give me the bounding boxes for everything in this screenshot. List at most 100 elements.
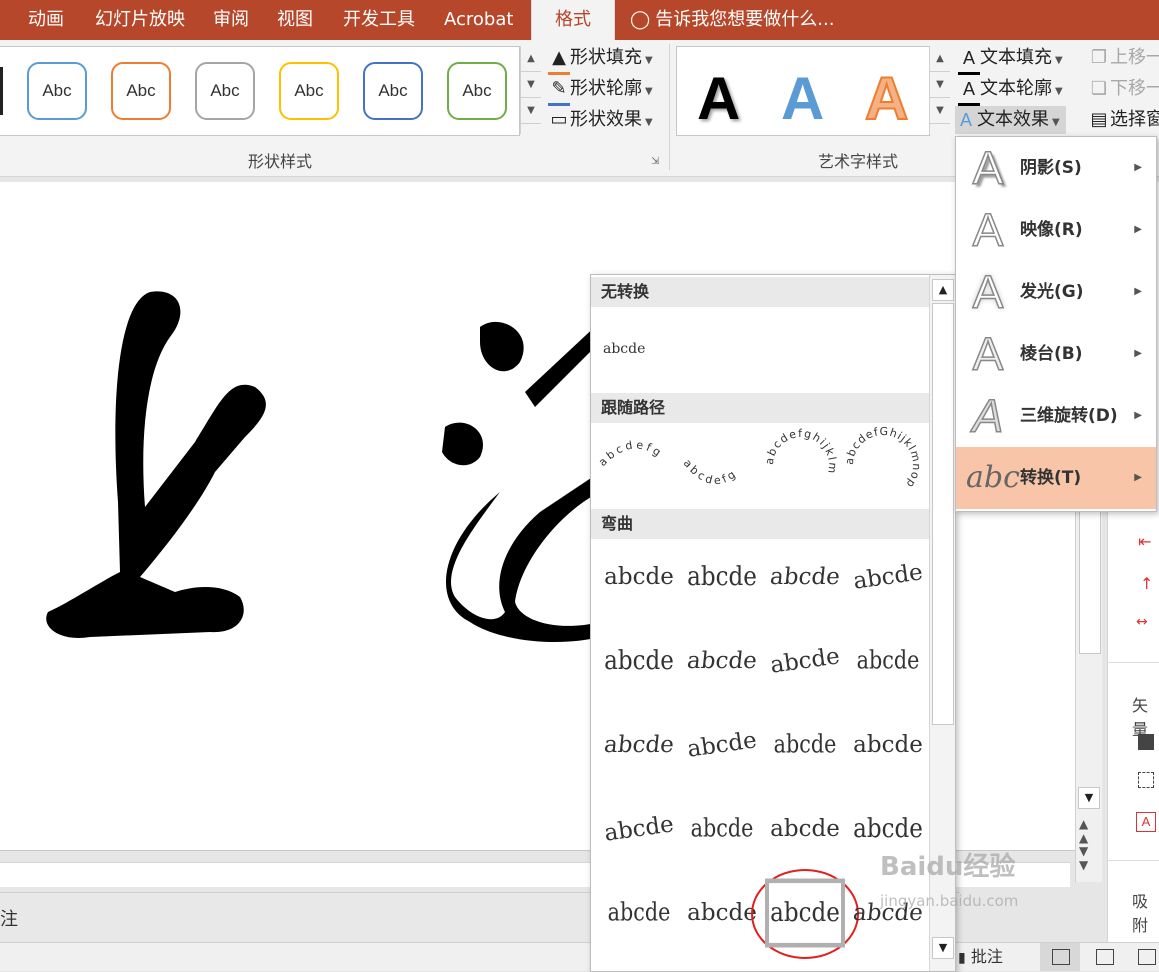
warp-option[interactable]: abcde: [596, 715, 682, 775]
effect-transform-item[interactable]: abc 转换(T) ▶: [956, 447, 1156, 509]
text-outline-button[interactable]: A 文本轮廓 ▼: [958, 75, 1063, 106]
warp-option-selected[interactable]: abcde: [765, 878, 845, 948]
warp-option[interactable]: abcde: [848, 715, 928, 775]
scroll-down-icon[interactable]: ▼: [932, 937, 954, 959]
tell-me-box[interactable]: ◯ 告诉我您想要做什么...: [630, 0, 834, 40]
wordart-style-blue[interactable]: A: [781, 64, 824, 134]
warp-option[interactable]: abcde: [599, 547, 679, 607]
tab-acrobat[interactable]: Acrobat: [444, 0, 513, 40]
submenu-arrow-icon: ▶: [1134, 162, 1142, 173]
follow-path-options[interactable]: abcdefg abcdefg abcdefghijklm abcdefGhij…: [591, 425, 929, 505]
send-backward-button[interactable]: ❏ 下移一: [1088, 75, 1159, 103]
dialog-launcher-icon[interactable]: ⇲: [651, 156, 659, 167]
distribute-icon[interactable]: ↔: [1136, 614, 1148, 630]
warp-option[interactable]: abcde: [844, 542, 932, 613]
warp-option[interactable]: abcde: [595, 794, 683, 865]
gallery-more-icon[interactable]: ▼: [930, 98, 950, 124]
warp-option[interactable]: abcde: [761, 626, 849, 697]
shape-style-swatch[interactable]: Abc: [279, 62, 339, 120]
follow-path-circle[interactable]: abcdefghijklm: [763, 427, 840, 475]
wordart-gallery[interactable]: A A A: [676, 46, 930, 136]
text-fill-button[interactable]: A 文本填充 ▼: [958, 44, 1063, 75]
next-slide-icon[interactable]: ▼ ▼: [1079, 844, 1088, 872]
shape-union-icon[interactable]: [1138, 734, 1154, 750]
effect-bevel-item[interactable]: A 棱台(B) ▶: [956, 323, 1156, 385]
scroll-up-icon[interactable]: ▲: [930, 46, 950, 72]
send-backward-icon: ❏: [1090, 78, 1108, 99]
tab-view[interactable]: 视图: [277, 0, 313, 40]
effect-reflection-item[interactable]: A 映像(R) ▶: [956, 199, 1156, 261]
gallery-more-icon[interactable]: ▼: [521, 98, 541, 124]
tab-slideshow[interactable]: 幻灯片放映: [95, 0, 185, 40]
align-top-icon[interactable]: ↑: [1140, 574, 1153, 593]
tab-review[interactable]: 审阅: [213, 0, 249, 40]
lightbulb-icon: ◯: [630, 9, 651, 30]
comment-icon: ▮: [958, 950, 966, 966]
wordart-style-orange[interactable]: A: [864, 64, 909, 134]
warp-option[interactable]: abcde: [682, 543, 762, 612]
comments-button[interactable]: ▮ 批注: [958, 945, 1003, 969]
slide-calligraphy: [46, 291, 600, 642]
bring-forward-button[interactable]: ❐ 上移一: [1088, 44, 1159, 72]
previous-slide-icon[interactable]: ▲ ▲: [1079, 817, 1088, 845]
align-left-icon[interactable]: ⇤: [1138, 532, 1151, 551]
reading-view-icon[interactable]: [1138, 949, 1156, 965]
slide-sorter-icon[interactable]: [1096, 949, 1114, 965]
follow-path-heading: 跟随路径: [591, 393, 929, 423]
scroll-down-icon[interactable]: ▼: [521, 72, 541, 98]
tab-format[interactable]: 格式: [531, 0, 615, 40]
shape-style-swatch[interactable]: Abc: [447, 62, 507, 120]
pane-divider: [1108, 662, 1159, 663]
scroll-down-icon[interactable]: ▼: [1078, 787, 1100, 809]
shape-style-gallery[interactable]: Abc Abc Abc Abc Abc Abc: [0, 46, 520, 136]
shape-style-swatch[interactable]: Abc: [195, 62, 255, 120]
shape-subtract-icon[interactable]: [1138, 772, 1154, 788]
warp-option[interactable]: abcde: [769, 712, 841, 778]
warp-option[interactable]: abcde: [679, 631, 765, 691]
status-bar: ▮ 批注: [0, 942, 1159, 971]
warp-option[interactable]: abcde: [852, 628, 924, 694]
text-effects-button[interactable]: A 文本效果 ▼: [955, 106, 1066, 134]
scroll-down-icon[interactable]: ▼: [930, 72, 950, 98]
paint-bucket-icon: ▲: [548, 44, 570, 75]
text-effects-icon: A: [959, 110, 972, 130]
warp-option[interactable]: abcde: [762, 547, 848, 607]
shape-style-swatch[interactable]: Abc: [363, 62, 423, 120]
follow-path-arch-up[interactable]: abcdefg: [596, 438, 666, 469]
scroll-up-icon[interactable]: ▲: [521, 46, 541, 72]
pen-icon: ✎: [548, 75, 570, 106]
warp-option[interactable]: abcde: [599, 627, 679, 696]
absorb-label: 吸附: [1132, 892, 1149, 935]
shape-style-swatch[interactable]: Abc: [111, 62, 171, 120]
tab-animations[interactable]: 动画: [28, 0, 64, 40]
wordart-style-black[interactable]: A: [697, 64, 740, 134]
selection-pane-button[interactable]: ▤ 选择窗: [1088, 106, 1159, 134]
effect-shadow-item[interactable]: A 阴影(S) ▶: [956, 137, 1156, 199]
shape-style-swatch[interactable]: Abc: [27, 62, 87, 120]
shape-outline-button[interactable]: ✎ 形状轮廓 ▼: [548, 75, 653, 106]
shape-effects-button[interactable]: ▭ 形状效果 ▼: [548, 106, 652, 134]
follow-path-button[interactable]: abcdefGhijklmnop: [843, 425, 923, 491]
dropdown-icon: ▼: [1055, 86, 1063, 97]
text-outline-icon: A: [958, 75, 980, 106]
text-box-icon[interactable]: A: [1136, 812, 1156, 832]
warp-option[interactable]: abcde: [765, 799, 845, 859]
warp-option[interactable]: abcde: [678, 710, 766, 781]
scrollbar-thumb[interactable]: [932, 303, 954, 725]
tab-developer[interactable]: 开发工具: [343, 0, 415, 40]
scroll-up-icon[interactable]: ▲: [932, 279, 954, 301]
wordart-gallery-scroll[interactable]: ▲ ▼ ▼: [929, 46, 950, 134]
submenu-arrow-icon: ▶: [1134, 286, 1142, 297]
shape-style-partial: [0, 67, 3, 115]
effect-glow-item[interactable]: A 发光(G) ▶: [956, 261, 1156, 323]
shape-fill-button[interactable]: ▲ 形状填充 ▼: [548, 44, 653, 75]
warp-option[interactable]: abcde: [682, 883, 762, 943]
normal-view-button[interactable]: [1040, 943, 1080, 971]
shape-gallery-scroll[interactable]: ▲ ▼ ▼: [520, 46, 541, 134]
warp-option[interactable]: abcde: [603, 880, 675, 946]
warp-option[interactable]: abcde: [686, 796, 758, 862]
follow-path-arch-down[interactable]: abcdefg: [681, 457, 741, 488]
no-transform-option[interactable]: abcde: [603, 333, 673, 365]
submenu-arrow-icon: ▶: [1134, 472, 1142, 483]
effect-3d-rotation-item[interactable]: A 三维旋转(D) ▶: [956, 385, 1156, 447]
